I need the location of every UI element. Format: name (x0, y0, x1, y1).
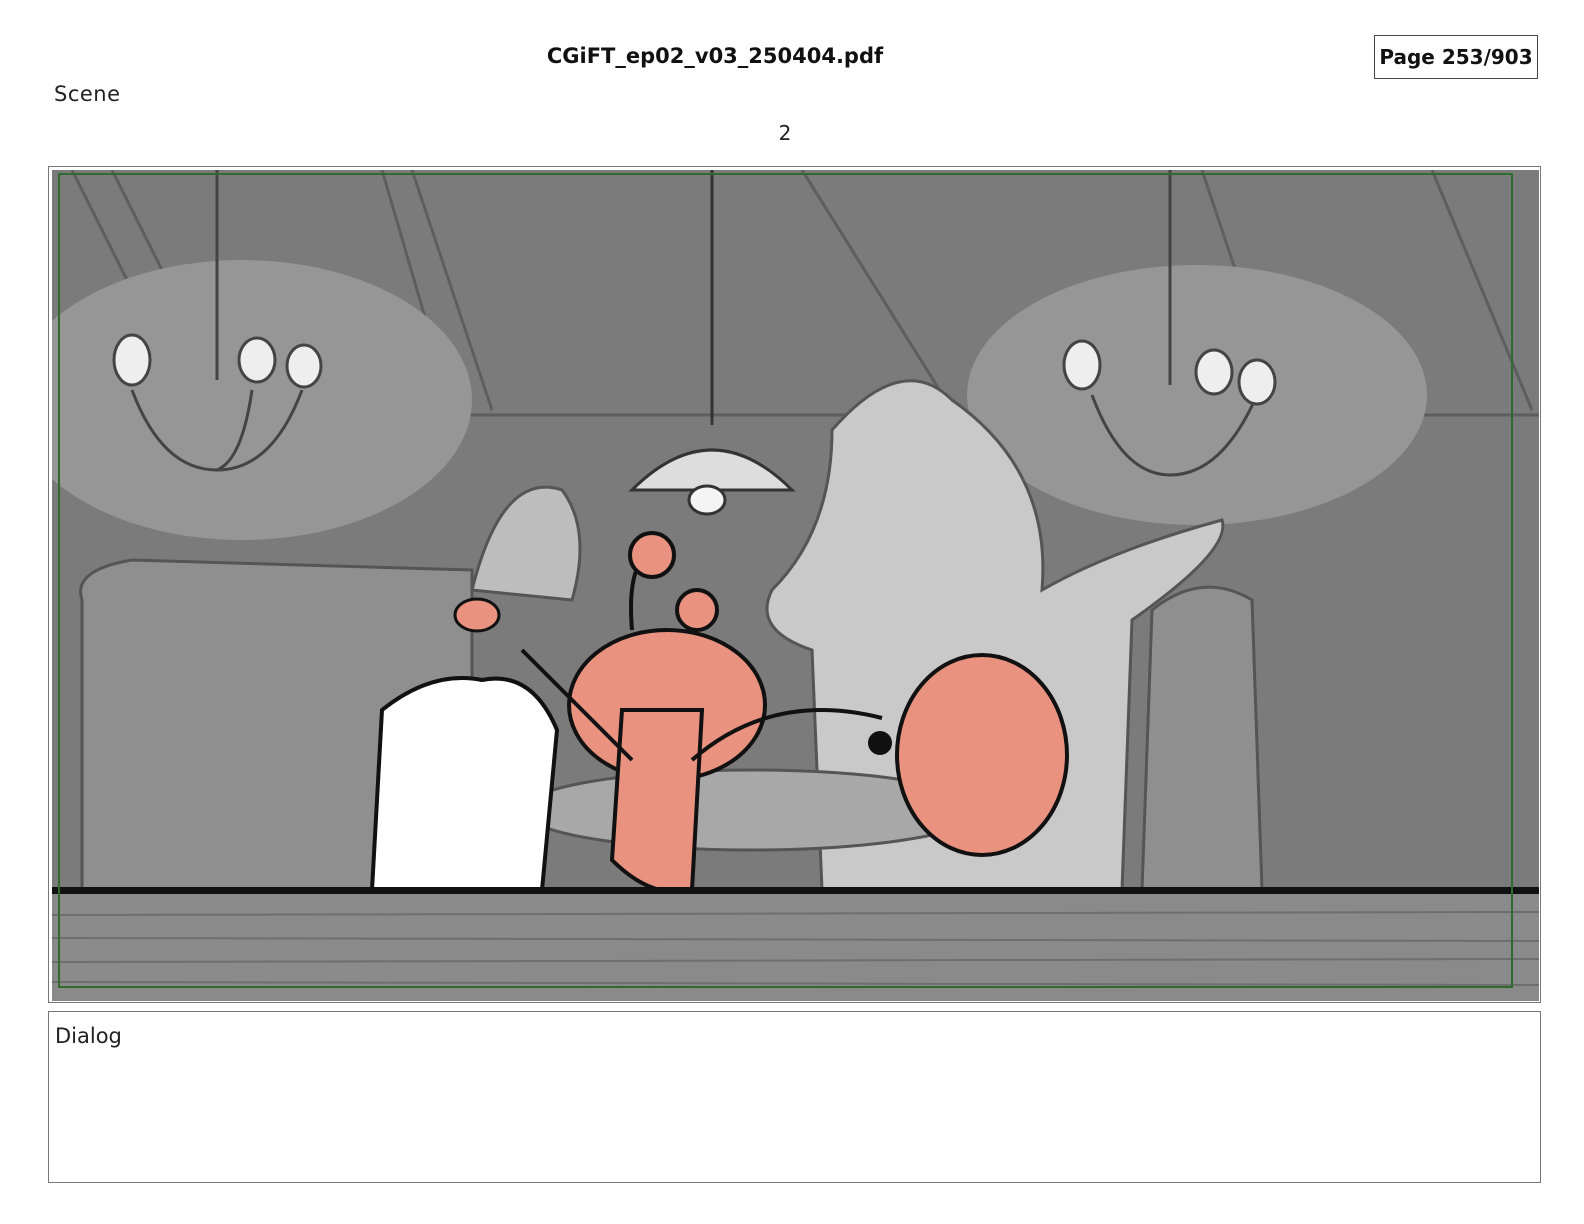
scene-label: Scene (54, 82, 121, 106)
lamp-glow-right (967, 265, 1427, 525)
storyboard-drawing (52, 170, 1539, 1001)
white-coat-character (369, 676, 560, 892)
dialog-box: Dialog (48, 1011, 1541, 1183)
floor-line (52, 887, 1539, 894)
booth-right (1140, 585, 1264, 892)
page-indicator: Page 253/903 (1374, 35, 1538, 79)
document-title: CGiFT_ep02_v03_250404.pdf (546, 44, 884, 68)
scene-number: 2 (778, 121, 792, 145)
dialog-label: Dialog (55, 1024, 122, 1048)
storyboard-panel (48, 166, 1541, 1003)
